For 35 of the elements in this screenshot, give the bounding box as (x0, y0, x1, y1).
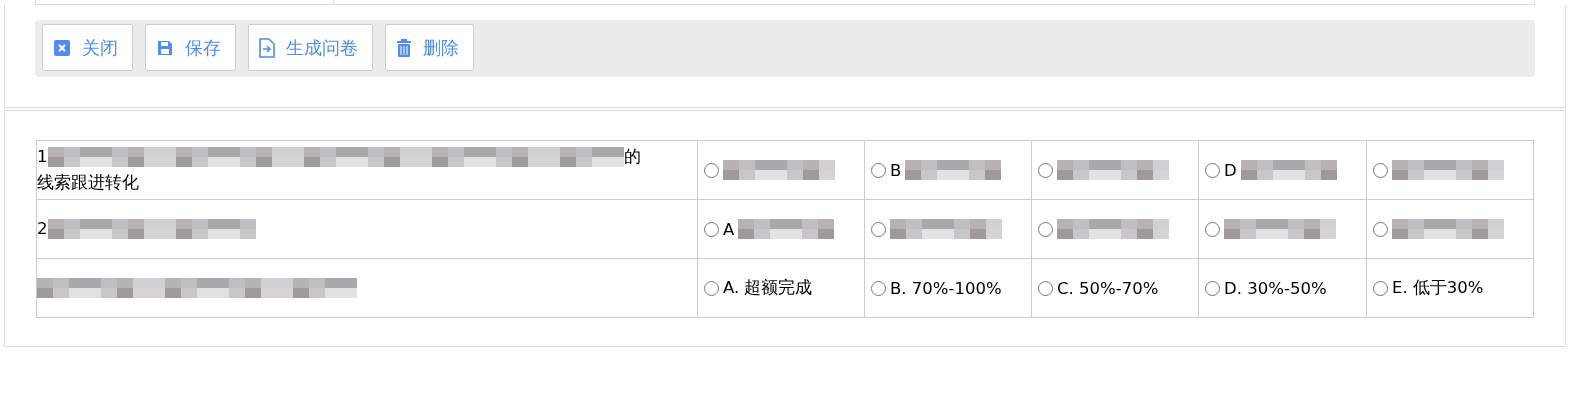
radio-button[interactable] (1372, 221, 1388, 237)
radio-button[interactable] (1372, 162, 1388, 178)
generate-button[interactable]: 生成问卷 (248, 24, 373, 71)
radio-button[interactable] (871, 221, 887, 237)
delete-button[interactable]: 删除 (385, 24, 474, 71)
radio-button[interactable] (704, 162, 719, 178)
option-label: D. 30%-50% (1224, 278, 1327, 298)
radio-button[interactable] (871, 162, 887, 178)
close-button[interactable]: 关闭 (42, 24, 133, 71)
option-label: B. 70%-100% (890, 278, 1002, 298)
question-text: 线索跟进转化 (37, 172, 139, 194)
option-label: E. 低于30% (1391, 277, 1484, 299)
option-label: D (1224, 160, 1237, 180)
radio-button[interactable] (1205, 280, 1221, 296)
radio-button[interactable] (871, 280, 887, 296)
save-button[interactable]: 保存 (145, 24, 236, 71)
radio-button[interactable] (704, 280, 719, 296)
option-label: C. 50%-70% (1057, 278, 1159, 298)
radio-button[interactable] (1205, 162, 1221, 178)
file-arrow-icon (259, 37, 275, 58)
radio-button[interactable] (1038, 162, 1054, 178)
radio-button[interactable] (704, 221, 719, 237)
question-text: 的 (623, 146, 641, 168)
option-label: A. 超额完成 (723, 277, 813, 299)
radio-button[interactable] (1205, 221, 1221, 237)
radio-button[interactable] (1372, 280, 1388, 296)
radio-button[interactable] (1038, 280, 1054, 296)
trash-icon (396, 37, 412, 58)
question-text: 1 (37, 146, 48, 168)
save-icon (156, 38, 174, 57)
close-icon (53, 38, 71, 57)
option-label: A (723, 219, 735, 239)
option-label: B (890, 160, 902, 180)
question-text: 2 (37, 218, 48, 240)
radio-button[interactable] (1038, 221, 1054, 237)
